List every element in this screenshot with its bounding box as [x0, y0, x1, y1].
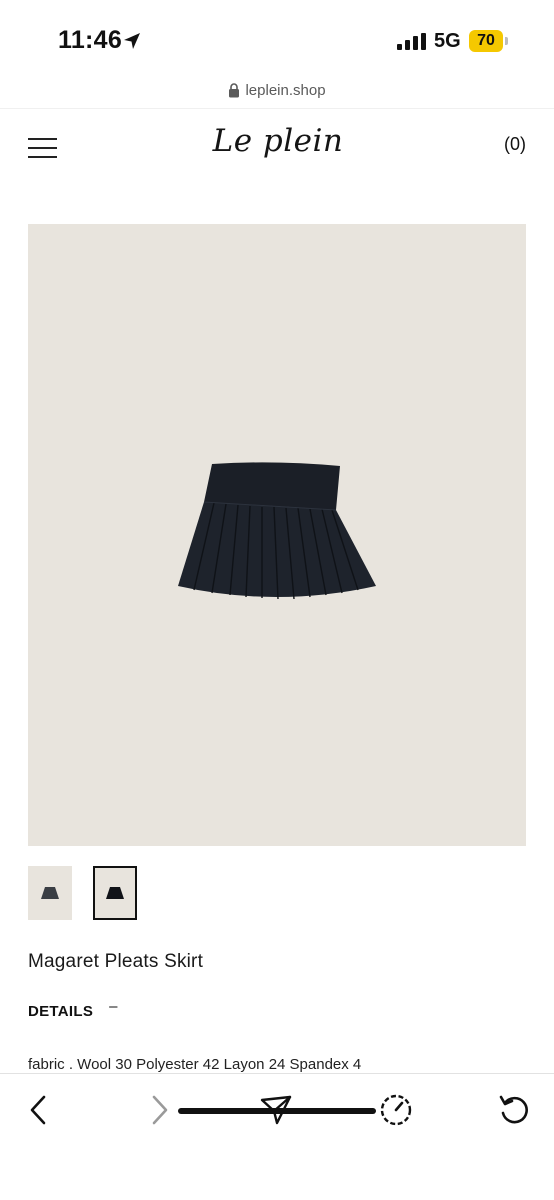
location-arrow-icon: [124, 33, 140, 49]
product-image[interactable]: [28, 224, 526, 846]
details-toggle[interactable]: DETAILS –: [28, 998, 118, 1020]
details-label: DETAILS: [28, 1003, 94, 1020]
skirt-image: [178, 462, 376, 600]
status-time: 11:46: [58, 26, 123, 54]
battery-icon: 70: [469, 30, 503, 52]
speedometer-icon[interactable]: [379, 1093, 413, 1127]
url-text: leplein.shop: [245, 82, 326, 99]
url-bar[interactable]: leplein.shop: [0, 80, 554, 106]
site-logo[interactable]: Le plein: [208, 116, 348, 166]
lock-icon: [229, 83, 240, 98]
cart-button[interactable]: (0): [504, 134, 526, 155]
network-label: 5G: [434, 30, 461, 52]
thumbnail-1[interactable]: [28, 866, 72, 920]
thumbnail-2[interactable]: [93, 866, 137, 920]
reload-icon[interactable]: [497, 1093, 531, 1127]
home-indicator[interactable]: [178, 1108, 376, 1114]
header-divider: [0, 108, 554, 109]
product-name: Magaret Pleats Skirt: [28, 951, 204, 972]
skirt-thumbnail-icon: [106, 887, 124, 899]
battery-tip: [505, 37, 508, 45]
signal-bars-icon: [397, 33, 426, 50]
chevron-right-icon[interactable]: [142, 1093, 176, 1127]
page: 11:46 5G 70 leplein.shop Le plein (0) Ma…: [0, 0, 554, 1200]
status-bar: 11:46 5G 70: [0, 0, 554, 80]
browser-toolbar: [0, 1073, 554, 1200]
hamburger-menu-icon[interactable]: [28, 138, 58, 160]
skirt-thumbnail-icon: [41, 887, 59, 899]
fabric-text: fabric . Wool 30 Polyester 42 Layon 24 S…: [28, 1056, 362, 1073]
chevron-left-icon[interactable]: [22, 1093, 56, 1127]
collapse-icon: –: [109, 998, 118, 1015]
